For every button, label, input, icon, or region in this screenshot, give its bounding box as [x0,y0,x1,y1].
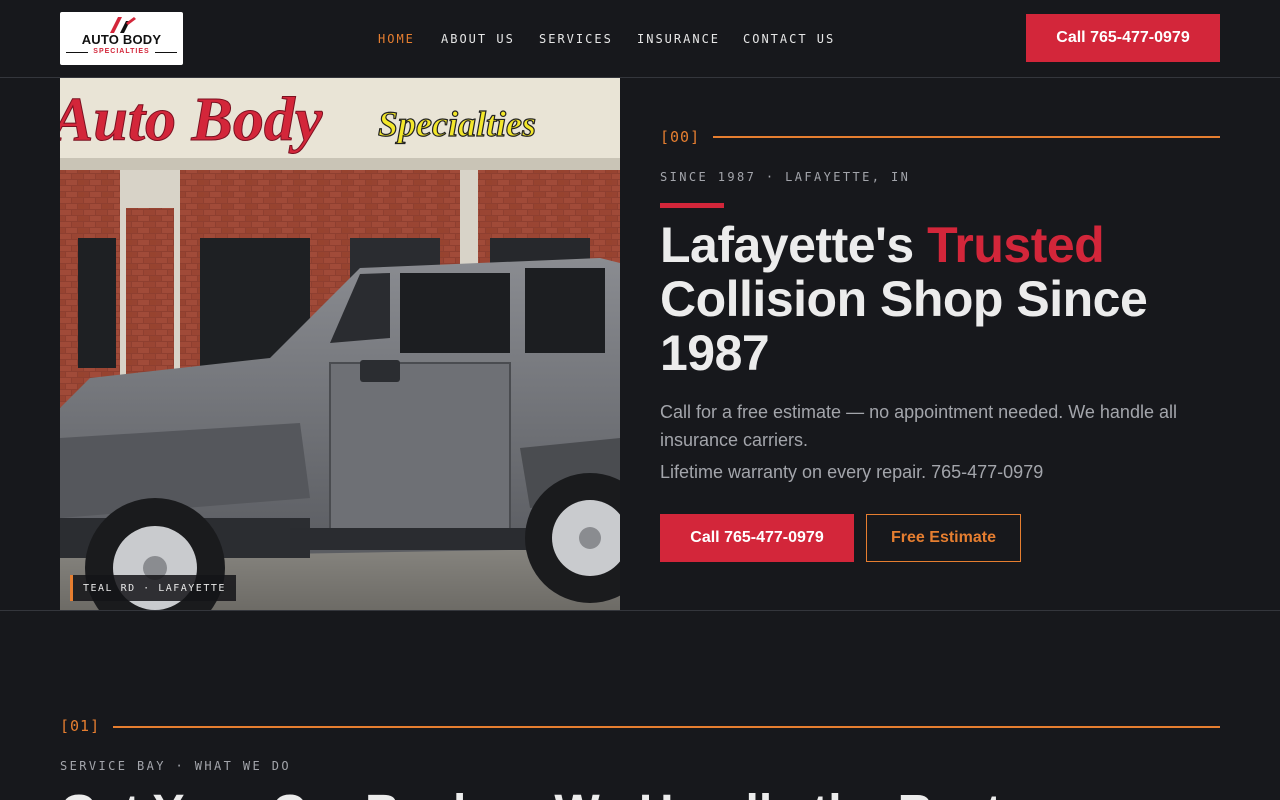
page-title: Lafayette's Trusted Collision Shop Since… [660,218,1240,380]
photo-location-caption: TEAL RD · LAFAYETTE [70,575,236,601]
headline-accent: Trusted [927,217,1105,273]
nav-home[interactable]: HOME [378,32,415,46]
accent-bar [660,203,724,208]
logo-rule-right [155,52,177,53]
nav-insurance[interactable]: INSURANCE [637,32,720,46]
headline-tail: Collision Shop Since 1987 [660,271,1148,381]
services-heading: Get Your Car Back — We Handle the Rest [60,786,1220,800]
sign-text-left: Auto Body [60,86,323,154]
site-header: AUTO BODY SPECIALTIES HOME ABOUT US SERV… [0,0,1280,78]
headline-lead: Lafayette's [660,217,928,273]
logo-mark-icon [110,17,136,33]
shop-front-illustration: Auto Body Specialties [60,78,620,610]
sign-text-right: Specialties [378,104,536,144]
section-divider [0,610,1280,611]
hero-eyebrow: SINCE 1987 · LAFAYETTE, IN [660,170,911,184]
services-eyebrow: SERVICE BAY · WHAT WE DO [60,759,291,773]
nav-services[interactable]: SERVICES [539,32,613,46]
hero-call-button[interactable]: Call 765-477-0979 [660,514,854,562]
hero-shop-photo: Auto Body Specialties [60,78,620,610]
header-call-button[interactable]: Call 765-477-0979 [1026,14,1220,62]
section-rule [713,136,1220,138]
hero-description: Call for a free estimate — no appointmen… [660,402,1177,450]
section-number: [00] [660,128,701,146]
services-section-number: [01] [60,717,101,735]
services-section-rule [113,726,1220,728]
hero-warranty-text: Lifetime warranty on every repair. 765-4… [660,462,1044,482]
free-estimate-button[interactable]: Free Estimate [866,514,1021,562]
nav-about-us[interactable]: ABOUT US [441,32,515,46]
nav-contact-us[interactable]: CONTACT US [743,32,835,46]
